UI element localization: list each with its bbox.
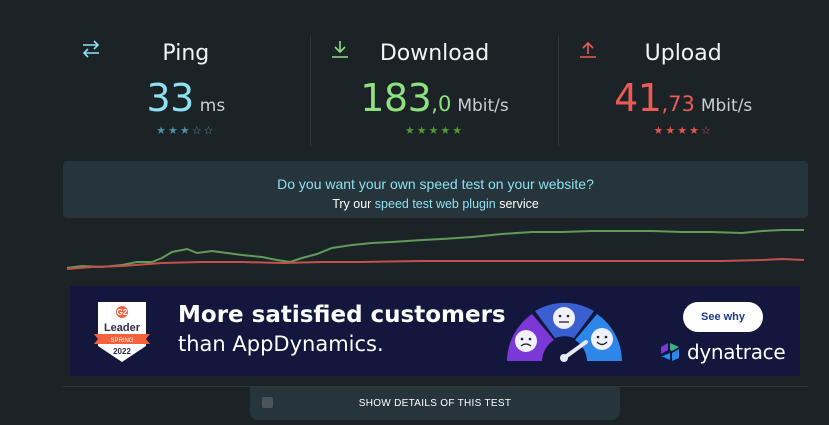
- promo-text: Try our speed test web plugin service: [63, 197, 808, 211]
- ping-unit: ms: [199, 96, 226, 116]
- ping-value: 33 ms: [62, 76, 310, 120]
- badge-year-text: 2022: [113, 347, 131, 356]
- badge-leader-text: Leader: [104, 322, 141, 334]
- download-unit: Mbit/s: [457, 96, 509, 116]
- svg-text:G2: G2: [117, 308, 128, 317]
- upload-value: 41,73 Mbit/s: [559, 76, 807, 120]
- ad-subline: than AppDynamics.: [178, 332, 384, 356]
- speed-graph: [66, 229, 805, 270]
- dynatrace-logo: dynatrace: [659, 340, 786, 364]
- show-details-label: SHOW DETAILS OF THIS TEST: [358, 398, 512, 409]
- web-plugin-link[interactable]: speed test web plugin: [375, 197, 496, 211]
- swap-arrows-icon: [82, 40, 100, 58]
- ad-banner[interactable]: G2 Leader SPRING 2022 More satisfied cus…: [70, 286, 800, 376]
- upload-rating-stars: ★★★★☆: [653, 125, 713, 137]
- dynatrace-wordmark: dynatrace: [687, 340, 786, 364]
- upload-speed-line: [66, 257, 805, 270]
- ping-value-int: 33: [146, 76, 194, 120]
- ping-rating-stars: ★★★☆☆: [156, 125, 216, 137]
- download-value-dec: ,0: [431, 92, 452, 116]
- promo-prefix: Try our: [332, 197, 372, 211]
- speed-metrics: Ping 33 ms ★★★☆☆ Download 183,0 Mbit/s ★★★…: [62, 36, 807, 146]
- dynatrace-mark-icon: [661, 343, 679, 361]
- download-value-int: 183: [360, 76, 432, 120]
- upload-metric: Upload 41,73 Mbit/s ★★★★☆: [558, 36, 807, 146]
- download-metric: Download 183,0 Mbit/s ★★★★★: [309, 36, 559, 146]
- download-value: 183,0 Mbit/s: [311, 76, 559, 120]
- satisfaction-gauge-icon: [507, 302, 622, 362]
- show-details-toggle[interactable]: SHOW DETAILS OF THIS TEST: [250, 387, 620, 420]
- ad-headline: More satisfied customers: [178, 302, 506, 328]
- upload-unit: Mbit/s: [700, 96, 753, 116]
- download-icon: [331, 41, 348, 58]
- see-why-button[interactable]: See why: [683, 302, 763, 332]
- upload-icon: [580, 41, 597, 58]
- badge-season-text: SPRING: [110, 338, 133, 344]
- g2-leader-badge: G2 Leader SPRING 2022: [94, 302, 150, 362]
- speed-test-promo: Do you want your own speed test on your …: [63, 161, 808, 218]
- upload-value-int: 41: [614, 76, 662, 120]
- promo-suffix: service: [499, 197, 539, 211]
- download-rating-stars: ★★★★★: [404, 125, 465, 137]
- ping-metric: Ping 33 ms ★★★☆☆: [62, 36, 310, 146]
- upload-value-dec: ,73: [661, 92, 695, 116]
- promo-question: Do you want your own speed test on your …: [277, 176, 594, 192]
